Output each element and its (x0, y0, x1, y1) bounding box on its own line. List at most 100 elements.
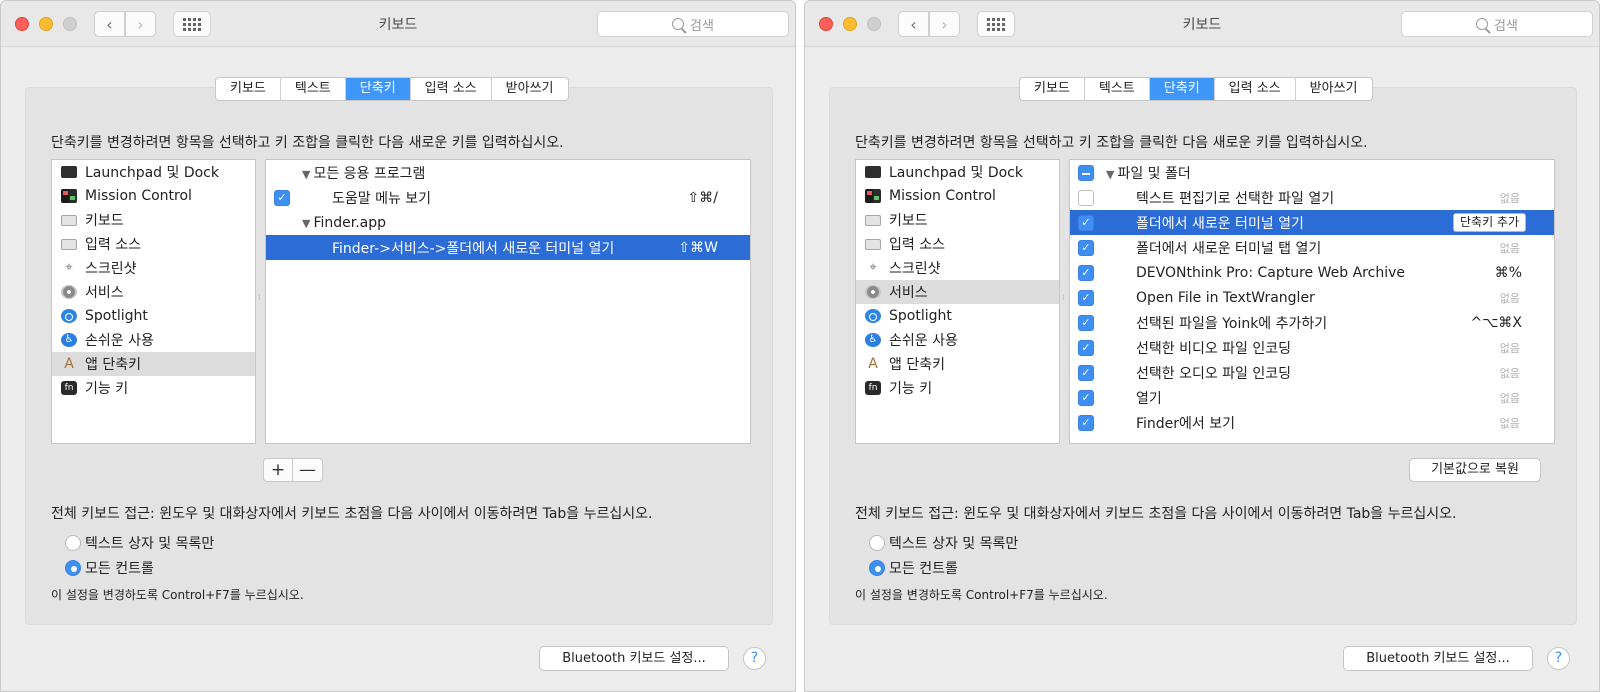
tab-text[interactable]: 텍스트 (281, 78, 346, 100)
shortcut-keys[interactable]: 없음 (1500, 240, 1520, 256)
bluetooth-keyboard-button[interactable]: Bluetooth 키보드 설정... (539, 646, 729, 671)
shortcut-row[interactable]: ✓ 선택된 파일을 Yoink에 추가하기 ^⌥⌘X (1070, 310, 1554, 335)
category-spotlight[interactable]: Spotlight (856, 304, 1059, 328)
category-keyboard[interactable]: 키보드 (52, 208, 255, 232)
shortcut-checkbox[interactable]: ✓ (1078, 340, 1094, 356)
category-services[interactable]: 서비스 (52, 280, 255, 304)
radio-button[interactable] (869, 560, 885, 576)
help-button[interactable]: ? (743, 647, 766, 670)
shortcut-row[interactable]: ✓ DEVONthink Pro: Capture Web Archive ⌘% (1070, 260, 1554, 285)
radio-text-boxes-only[interactable]: 텍스트 상자 및 목록만 (65, 533, 214, 553)
shortcut-row[interactable]: ✓ 도움말 메뉴 보기 ⇧⌘/ (266, 185, 750, 210)
category-spotlight[interactable]: Spotlight (52, 304, 255, 328)
spotlight-icon (61, 309, 77, 323)
shortcut-row[interactable]: ✓ 열기 없음 (1070, 385, 1554, 410)
tab-shortcuts[interactable]: 단축키 (345, 78, 411, 100)
radio-all-controls[interactable]: 모든 컨트롤 (869, 558, 958, 578)
shortcut-checkbox[interactable]: ✓ (1078, 415, 1094, 431)
category-mission-control[interactable]: Mission Control (52, 184, 255, 208)
splitter-handle[interactable]: ⁝ (1062, 293, 1066, 302)
shortcut-checkbox[interactable]: ✓ (1078, 365, 1094, 381)
shortcut-keys[interactable]: 없음 (1500, 365, 1520, 381)
shortcut-keys[interactable]: 없음 (1500, 190, 1520, 206)
tab-keyboard[interactable]: 키보드 (1020, 78, 1085, 100)
shortcut-checkbox[interactable]: ✓ (1078, 290, 1094, 306)
radio-label: 텍스트 상자 및 목록만 (889, 536, 1019, 552)
shortcut-row[interactable]: ✓ Open File in TextWrangler 없음 (1070, 285, 1554, 310)
category-label: 스크린샷 (889, 261, 941, 277)
category-app-shortcuts[interactable]: A 앱 단축키 (52, 352, 255, 376)
radio-button[interactable] (65, 535, 81, 551)
restore-defaults-button[interactable]: 기본값으로 복원 (1409, 458, 1541, 482)
shortcut-group-row[interactable]: ▼ Finder.app (266, 210, 750, 235)
shortcut-keys[interactable]: ⌘% (1495, 265, 1522, 281)
shortcut-row-selected[interactable]: Finder->서비스->폴더에서 새로운 터미널 열기 ⇧⌘W (266, 235, 750, 260)
shortcut-keys[interactable]: ⇧⌘W (678, 240, 718, 256)
shortcut-keys[interactable]: 없음 (1500, 415, 1520, 431)
tab-dictation[interactable]: 받아쓰기 (1296, 78, 1372, 100)
category-input-sources[interactable]: 입력 소스 (52, 232, 255, 256)
shortcut-group-row[interactable]: ▼ 파일 및 폴더 (1070, 160, 1554, 185)
shortcut-keys[interactable]: ⇧⌘/ (688, 190, 718, 206)
category-launchpad[interactable]: Launchpad 및 Dock (856, 160, 1059, 184)
shortcut-checkbox[interactable]: ✓ (1078, 315, 1094, 331)
category-launchpad[interactable]: Launchpad 및 Dock (52, 160, 255, 184)
category-services[interactable]: 서비스 (856, 280, 1059, 304)
shortcut-list: ▼ 파일 및 폴더 텍스트 편집기로 선택한 파일 열기 없음 ✓ 폴더에서 새로… (1069, 159, 1555, 444)
category-mission-control[interactable]: Mission Control (856, 184, 1059, 208)
category-label: 키보드 (85, 213, 124, 229)
instruction-text: 단축키를 변경하려면 항목을 선택하고 키 조합을 클릭한 다음 새로운 키를 … (51, 135, 564, 151)
shortcut-keys[interactable]: 없음 (1500, 390, 1520, 406)
shortcut-keys[interactable]: 없음 (1500, 340, 1520, 356)
add-shortcut-inline-button[interactable]: 단축키 추가 (1452, 213, 1526, 232)
shortcut-checkbox[interactable] (1078, 190, 1094, 206)
tab-keyboard[interactable]: 키보드 (216, 78, 281, 100)
shortcut-row[interactable]: ✓ 선택한 비디오 파일 인코딩 없음 (1070, 335, 1554, 360)
shortcut-checkbox[interactable]: ✓ (1078, 265, 1094, 281)
splitter-handle[interactable]: ⁝ (258, 293, 262, 302)
shortcut-row[interactable]: ✓ Finder에서 보기 없음 (1070, 410, 1554, 435)
category-accessibility[interactable]: ♿ 손쉬운 사용 (856, 328, 1059, 352)
remove-shortcut-button[interactable]: — (293, 458, 323, 482)
shortcut-row[interactable]: 텍스트 편집기로 선택한 파일 열기 없음 (1070, 185, 1554, 210)
tab-dictation[interactable]: 받아쓰기 (492, 78, 568, 100)
category-accessibility[interactable]: ♿ 손쉬운 사용 (52, 328, 255, 352)
category-function-keys[interactable]: fn 기능 키 (52, 376, 255, 400)
shortcut-row[interactable]: ✓ 폴더에서 새로운 터미널 탭 열기 없음 (1070, 235, 1554, 260)
category-keyboard[interactable]: 키보드 (856, 208, 1059, 232)
category-label: 기능 키 (85, 381, 129, 397)
radio-button[interactable] (65, 560, 81, 576)
category-screenshot[interactable]: ⌖ 스크린샷 (856, 256, 1059, 280)
mission-control-icon (865, 189, 881, 203)
category-screenshot[interactable]: ⌖ 스크린샷 (52, 256, 255, 280)
category-function-keys[interactable]: fn 기능 키 (856, 376, 1059, 400)
tab-input-sources[interactable]: 입력 소스 (1215, 78, 1296, 100)
help-button[interactable]: ? (1547, 647, 1570, 670)
fn-icon: fn (61, 381, 77, 395)
group-checkbox[interactable] (1078, 165, 1094, 181)
disclosure-triangle-icon: ▼ (302, 167, 311, 181)
shortcut-keys[interactable]: ^⌥⌘X (1471, 315, 1522, 331)
tab-input-sources[interactable]: 입력 소스 (411, 78, 492, 100)
shortcut-checkbox[interactable]: ✓ (1078, 215, 1094, 231)
shortcut-row[interactable]: ✓ 선택한 오디오 파일 인코딩 없음 (1070, 360, 1554, 385)
shortcut-checkbox[interactable]: ✓ (1078, 390, 1094, 406)
shortcut-checkbox[interactable]: ✓ (274, 190, 290, 206)
shortcut-group-row[interactable]: ▼ 모든 응용 프로그램 (266, 160, 750, 185)
category-input-sources[interactable]: 입력 소스 (856, 232, 1059, 256)
tab-text[interactable]: 텍스트 (1085, 78, 1150, 100)
radio-button[interactable] (869, 535, 885, 551)
add-remove-control: + — (263, 458, 323, 482)
add-shortcut-button[interactable]: + (263, 458, 293, 482)
search-field[interactable]: 검색 (597, 11, 789, 37)
keyboard-window-left: ‹ › 키보드 검색 키보드 텍스트 단축키 입력 소스 받아쓰기 단축키를 변… (0, 0, 796, 692)
tab-shortcuts[interactable]: 단축키 (1149, 78, 1215, 100)
category-app-shortcuts[interactable]: A 앱 단축키 (856, 352, 1059, 376)
radio-text-boxes-only[interactable]: 텍스트 상자 및 목록만 (869, 533, 1018, 553)
shortcut-row-selected[interactable]: ✓ 폴더에서 새로운 터미널 열기 단축키 추가 (1070, 210, 1554, 235)
shortcut-checkbox[interactable]: ✓ (1078, 240, 1094, 256)
shortcut-keys[interactable]: 없음 (1500, 290, 1520, 306)
bluetooth-keyboard-button[interactable]: Bluetooth 키보드 설정... (1343, 646, 1533, 671)
radio-all-controls[interactable]: 모든 컨트롤 (65, 558, 154, 578)
search-field[interactable]: 검색 (1401, 11, 1593, 37)
